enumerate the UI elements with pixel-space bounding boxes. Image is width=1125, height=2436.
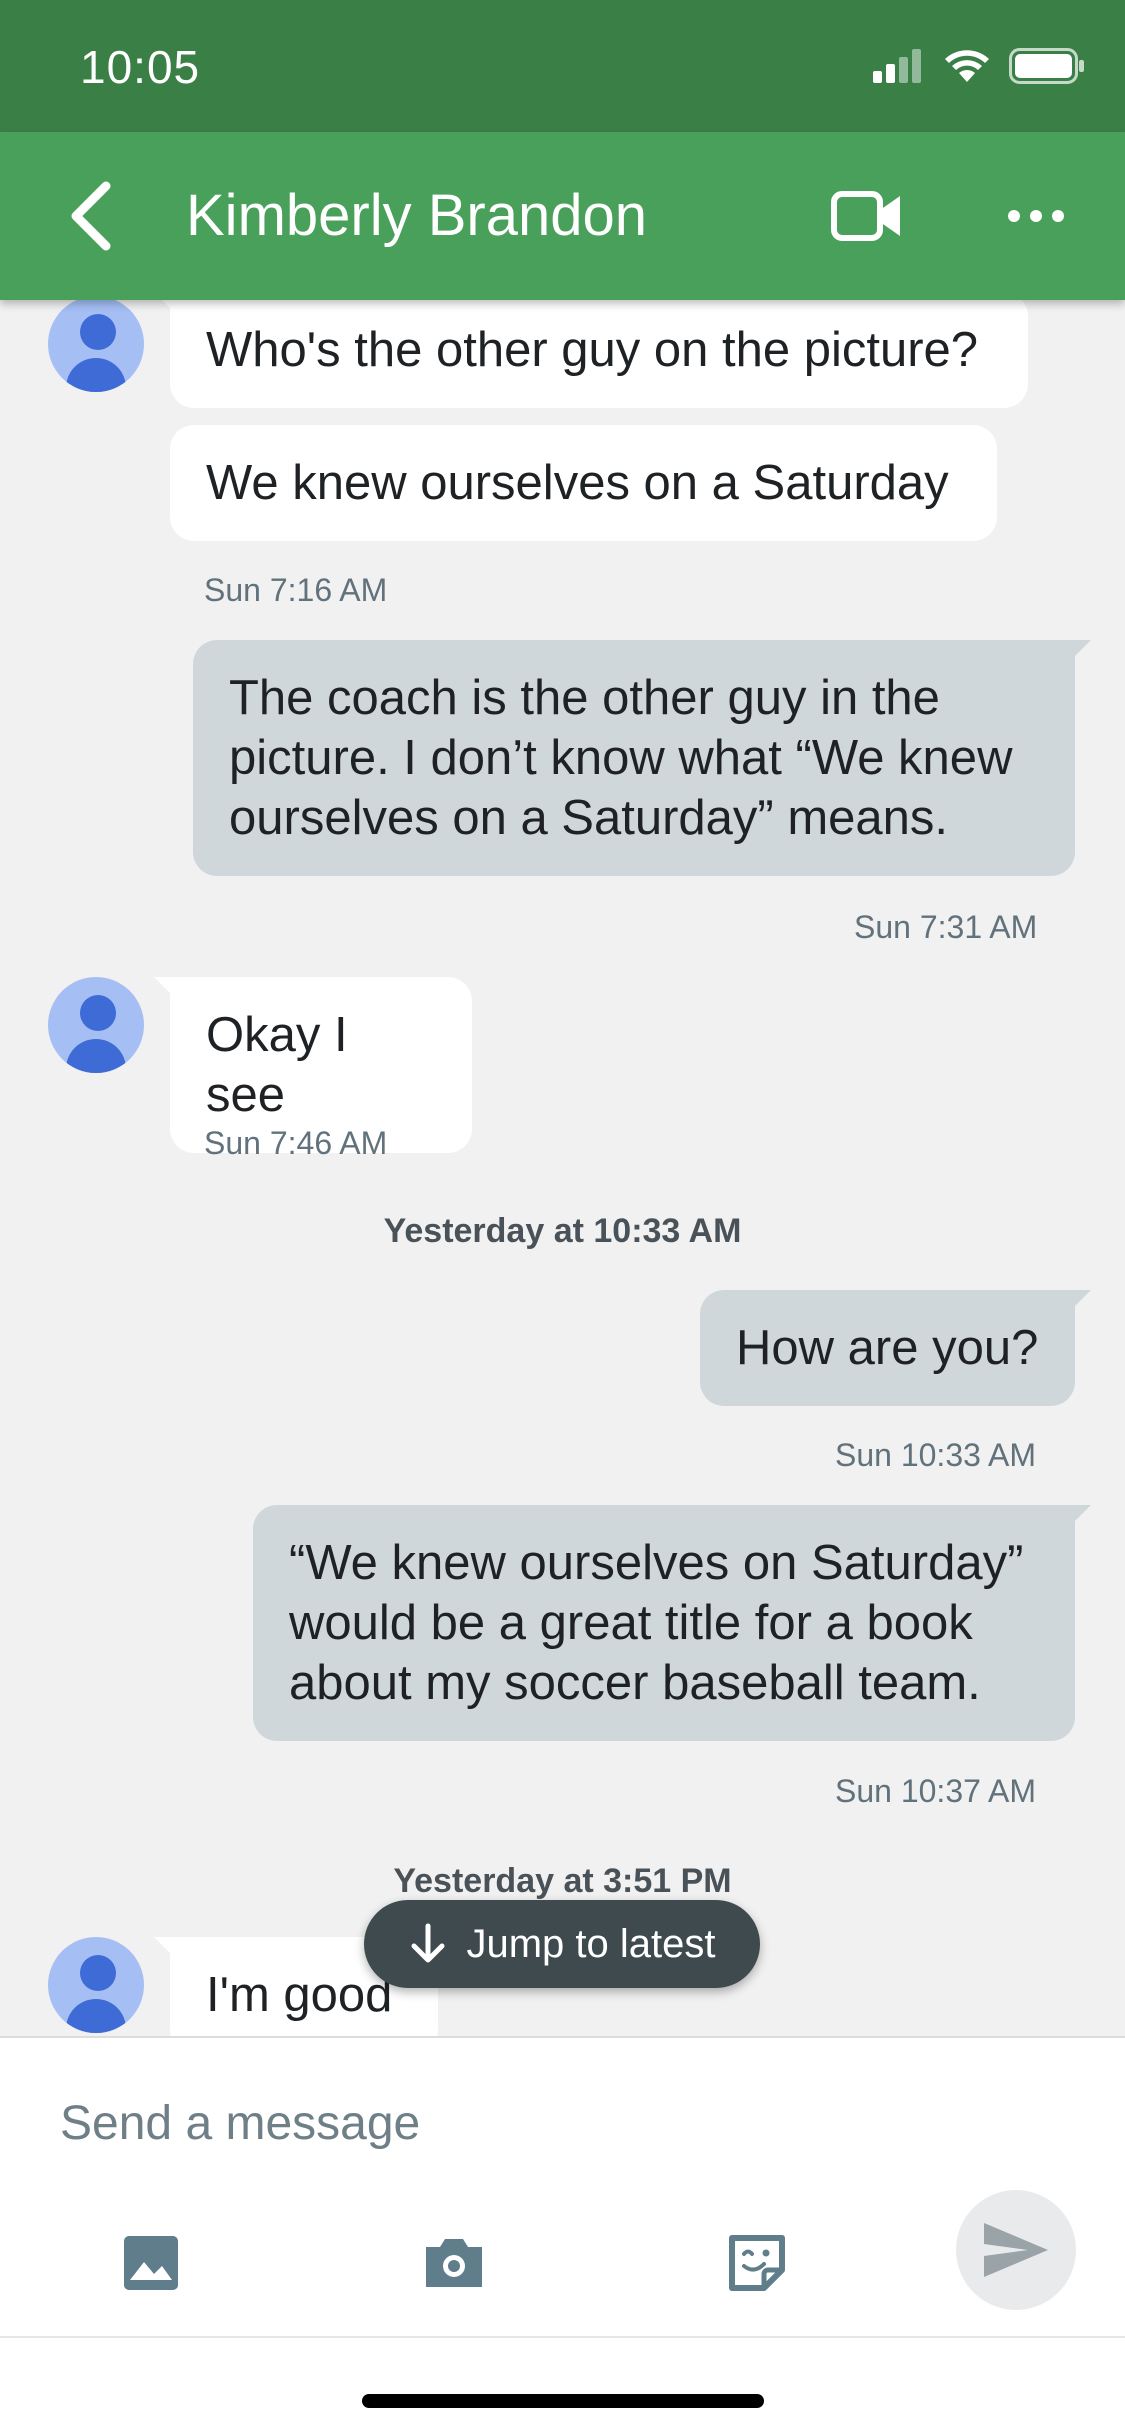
message-text: How are you?: [736, 1321, 1039, 1375]
message-text: Who's the other guy on the picture?: [206, 323, 979, 377]
day-separator: Yesterday at 3:51 PM: [393, 1862, 732, 1900]
message-text: “We knew ourselves on Saturday” would be…: [289, 1536, 1024, 1710]
incoming-message-bubble[interactable]: Who's the other guy on the picture?: [154, 300, 1028, 408]
chevron-left-icon: [71, 181, 111, 251]
message-timestamp: Sun 10:37 AM: [835, 1773, 1037, 1809]
incoming-message-bubble[interactable]: We knew ourselves on a Saturday: [170, 425, 997, 541]
sticker-button[interactable]: [722, 2228, 792, 2298]
jump-to-latest-label: Jump to latest: [466, 1921, 716, 1966]
status-bar: 10:05: [0, 0, 1125, 132]
message-timestamp: Sun 7:31 AM: [854, 909, 1038, 945]
home-indicator[interactable]: [362, 2394, 764, 2408]
message-composer: [0, 2036, 1125, 2336]
message-text: The coach is the other guy in the pictur…: [229, 671, 1013, 845]
video-camera-icon: [831, 191, 900, 241]
send-icon: [984, 2223, 1048, 2277]
contact-avatar[interactable]: [48, 1937, 144, 2033]
message-timestamp: Sun 7:16 AM: [204, 572, 388, 608]
status-time: 10:05: [80, 41, 201, 93]
cellular-signal-icon: [873, 49, 921, 83]
status-icons: [873, 48, 1085, 84]
wifi-icon: [945, 50, 989, 82]
message-text: Okay I see: [206, 1008, 348, 1122]
message-input[interactable]: [60, 2088, 960, 2158]
contact-name[interactable]: Kimberly Brandon: [186, 176, 647, 256]
contact-avatar[interactable]: [48, 977, 144, 1073]
contact-avatar[interactable]: [48, 300, 144, 392]
more-options-button[interactable]: [1000, 192, 1072, 240]
message-text: I'm good: [206, 1968, 393, 2022]
camera-button[interactable]: [419, 2228, 489, 2298]
outgoing-message-bubble[interactable]: The coach is the other guy in the pictur…: [193, 640, 1091, 876]
camera-icon: [426, 2239, 482, 2287]
message-list[interactable]: Who's the other guy on the picture? We k…: [0, 300, 1125, 2036]
message-timestamp: Sun 10:33 AM: [835, 1437, 1037, 1473]
back-button[interactable]: [60, 178, 130, 254]
arrow-down-icon: [411, 1923, 445, 1963]
message-timestamp: Sun 7:46 AM: [204, 1125, 388, 1161]
outgoing-message-bubble[interactable]: How are you?: [700, 1290, 1091, 1406]
video-call-button[interactable]: [830, 184, 906, 248]
chat-screen: 10:05 Kimberly Brandon Who's the other g…: [0, 0, 1125, 2436]
more-horizontal-icon: [1008, 210, 1064, 222]
battery-icon: [1009, 48, 1084, 84]
image-icon: [124, 2236, 178, 2290]
sticker-icon: [729, 2235, 785, 2291]
outgoing-message-bubble[interactable]: “We knew ourselves on Saturday” would be…: [253, 1505, 1091, 1741]
attach-image-button[interactable]: [116, 2228, 186, 2298]
send-button[interactable]: [956, 2190, 1076, 2310]
message-text: We knew ourselves on a Saturday: [206, 456, 949, 510]
chat-header: Kimberly Brandon: [0, 132, 1125, 300]
day-separator: Yesterday at 10:33 AM: [383, 1212, 742, 1250]
jump-to-latest-button[interactable]: Jump to latest: [364, 1900, 760, 1988]
home-indicator-area: [0, 2336, 1125, 2436]
